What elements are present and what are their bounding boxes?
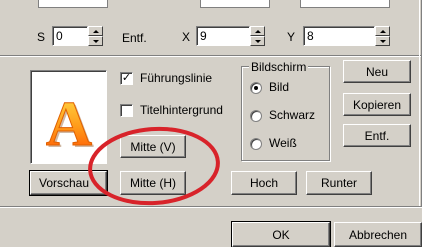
top-cutoff-field-2 [200, 0, 270, 8]
mitte-v-label: Mitte (V) [130, 139, 176, 154]
neu-button[interactable]: Neu [343, 60, 411, 83]
mitte-h-button[interactable]: Mitte (H) [120, 171, 186, 195]
spin-down-icon[interactable] [250, 36, 265, 46]
kopieren-button[interactable]: Kopieren [343, 93, 411, 116]
preview-box: A A [30, 70, 107, 164]
y-label: Y [287, 30, 296, 44]
ok-button[interactable]: OK [231, 221, 331, 247]
titelhintergrund-checkbox[interactable] [120, 104, 133, 117]
radio-weiss-label: Weiß [269, 136, 297, 150]
s-field[interactable]: 0 [52, 26, 88, 46]
radio-bild[interactable] [250, 82, 262, 94]
fuehrungslinie-label: Führungslinie [140, 71, 213, 85]
spin-up-icon[interactable] [375, 26, 390, 36]
radio-bild-label: Bild [269, 80, 290, 94]
radio-weiss[interactable] [250, 138, 262, 150]
hoch-label: Hoch [249, 176, 278, 190]
runter-button[interactable]: Runter [306, 171, 372, 195]
s-spinner[interactable] [88, 26, 103, 46]
fuehrungslinie-checkbox[interactable]: ✓ [120, 72, 133, 85]
kopieren-label: Kopieren [352, 97, 402, 112]
entf-label: Entf. [122, 31, 147, 45]
entf-label-button: Entf. [364, 128, 390, 143]
y-spinner[interactable] [375, 26, 390, 46]
panel-bottom-divider [0, 206, 422, 208]
spin-down-icon[interactable] [88, 36, 103, 46]
entf-button[interactable]: Entf. [343, 124, 411, 147]
abbrechen-label: Abbrechen [348, 227, 408, 242]
radio-schwarz[interactable] [250, 110, 262, 122]
panel-divider [0, 55, 422, 57]
vorschau-button[interactable]: Vorschau [29, 170, 108, 196]
x-spinner[interactable] [250, 26, 265, 46]
x-field[interactable]: 9 [196, 26, 250, 46]
y-field[interactable]: 8 [303, 26, 375, 46]
bildschirm-title: Bildschirm [249, 60, 309, 74]
letter-a-preview-icon: A A [45, 88, 94, 162]
vorschau-label: Vorschau [39, 176, 90, 190]
top-cutoff-field [38, 0, 108, 8]
abbrechen-button[interactable]: Abbrechen [334, 222, 422, 247]
ok-label: OK [272, 227, 290, 242]
neu-label: Neu [365, 64, 388, 79]
x-label: X [182, 30, 191, 44]
top-cutoff-field-3 [300, 0, 390, 8]
s-label: S [37, 30, 46, 44]
mitte-v-button[interactable]: Mitte (V) [120, 135, 186, 158]
hoch-button[interactable]: Hoch [231, 171, 297, 195]
spin-up-icon[interactable] [250, 26, 265, 36]
titelhintergrund-label: Titelhintergrund [140, 103, 223, 117]
radio-schwarz-label: Schwarz [269, 108, 316, 122]
spin-up-icon[interactable] [88, 26, 103, 36]
runter-label: Runter [320, 176, 358, 190]
spin-down-icon[interactable] [375, 36, 390, 46]
mitte-h-label: Mitte (H) [130, 176, 176, 190]
letter-a: A [46, 88, 92, 159]
